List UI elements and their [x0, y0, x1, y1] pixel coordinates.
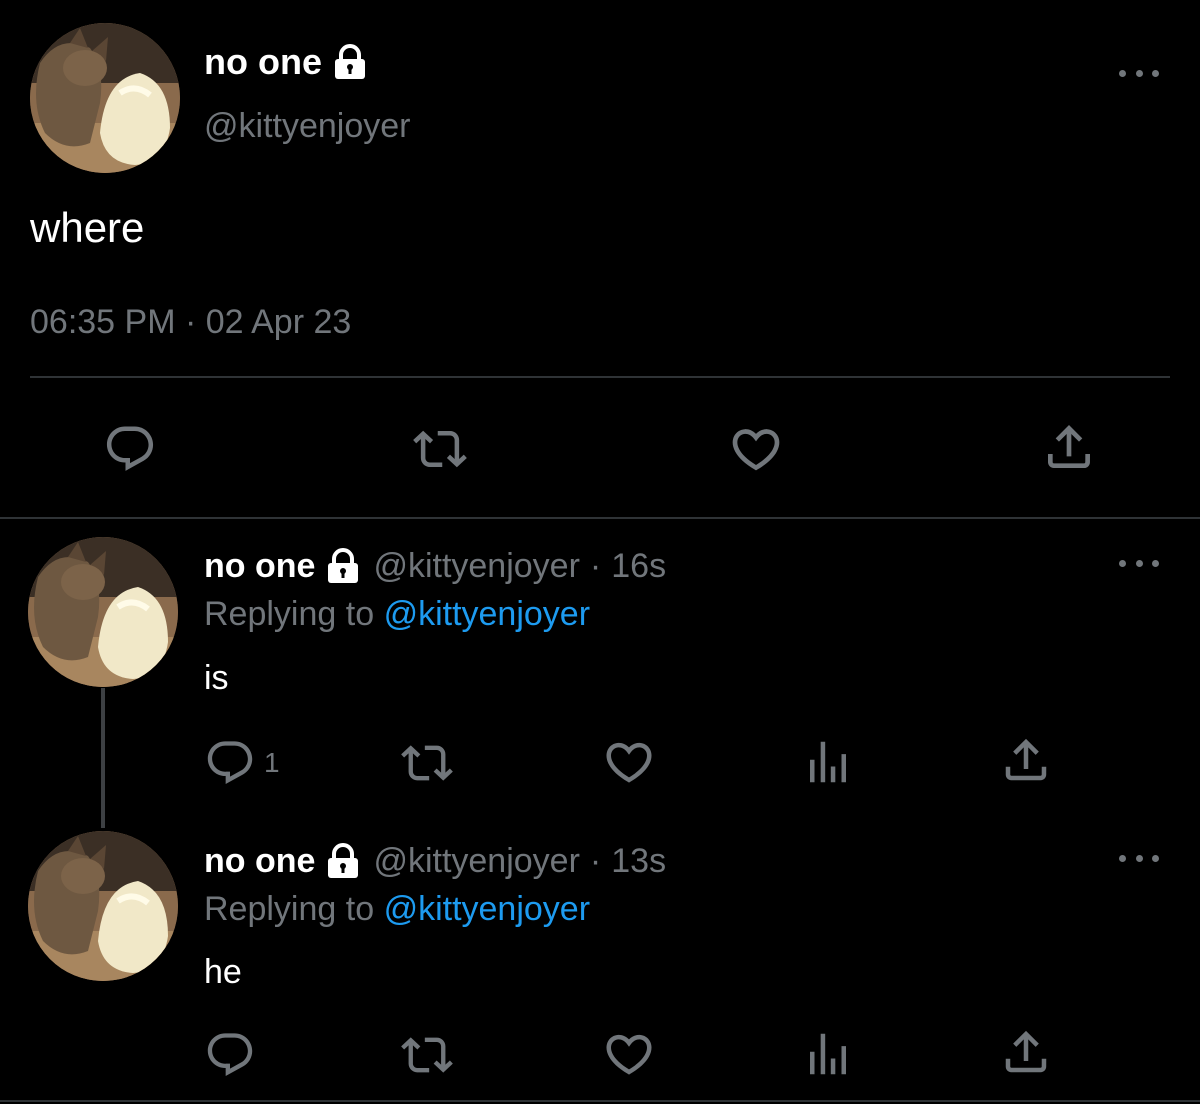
author-display-name[interactable]: no one: [204, 40, 368, 84]
replying-to-label: Replying to: [204, 890, 375, 928]
share-button[interactable]: [1041, 419, 1097, 475]
tweet-text: where: [30, 204, 145, 251]
separator: ·: [589, 547, 602, 585]
retweet-icon: [401, 737, 453, 789]
thread-connector: [101, 688, 105, 828]
avatar[interactable]: [30, 23, 180, 173]
replying-to: Replying to @kittyenjoyer: [204, 887, 590, 931]
mention-link[interactable]: @kittyenjoyer: [384, 890, 590, 928]
reply-button[interactable]: [204, 1029, 264, 1081]
retweet-button[interactable]: [401, 1029, 453, 1081]
author-handle[interactable]: @kittyenjoyer: [373, 544, 579, 588]
replying-to-label: Replying to: [204, 595, 375, 633]
share-icon: [1041, 419, 1097, 475]
cat-avatar-image: [30, 23, 180, 173]
reply-header: no one @kittyenjoyer · 13s: [204, 839, 666, 883]
like-button[interactable]: [602, 1027, 656, 1081]
tweet-age[interactable]: 16s: [611, 544, 666, 588]
like-button[interactable]: [728, 421, 784, 477]
views-icon: [801, 735, 855, 789]
like-icon: [728, 421, 784, 477]
author-handle[interactable]: @kittyenjoyer: [373, 839, 579, 883]
more-options-icon[interactable]: [1119, 66, 1159, 80]
like-icon: [602, 735, 656, 789]
retweet-button[interactable]: [413, 422, 467, 476]
lock-icon: [332, 44, 368, 80]
avatar[interactable]: [28, 831, 178, 981]
views-button[interactable]: [801, 735, 855, 789]
share-button[interactable]: [999, 733, 1053, 787]
more-options-icon[interactable]: [1119, 851, 1159, 865]
mention-link[interactable]: @kittyenjoyer: [384, 595, 590, 633]
tweet-text: he: [204, 953, 242, 991]
lock-icon: [325, 548, 361, 584]
retweet-button[interactable]: [401, 737, 453, 789]
more-options-icon[interactable]: [1119, 556, 1159, 570]
like-icon: [602, 1027, 656, 1081]
reply-icon: [204, 737, 256, 789]
views-icon: [801, 1027, 855, 1081]
reply-button[interactable]: 1: [204, 737, 280, 789]
display-name-text: no one: [204, 41, 322, 82]
divider: [30, 376, 1170, 378]
replying-to: Replying to @kittyenjoyer: [204, 592, 590, 636]
display-name-text[interactable]: no one: [204, 544, 315, 588]
avatar[interactable]: [28, 537, 178, 687]
divider: [0, 517, 1200, 519]
divider: [0, 1100, 1200, 1102]
separator: ·: [589, 842, 602, 880]
reply-icon: [103, 422, 157, 476]
reply-header: no one @kittyenjoyer · 16s: [204, 544, 666, 588]
display-name-text[interactable]: no one: [204, 839, 315, 883]
tweet-age[interactable]: 13s: [611, 839, 666, 883]
reply-button[interactable]: [103, 422, 157, 476]
share-icon: [999, 1025, 1053, 1079]
retweet-icon: [413, 422, 467, 476]
cat-avatar-image: [28, 537, 178, 687]
reply-count: 1: [264, 747, 280, 778]
tweet-timestamp[interactable]: 06:35 PM · 02 Apr 23: [30, 300, 351, 344]
like-button[interactable]: [602, 735, 656, 789]
author-handle[interactable]: @kittyenjoyer: [204, 104, 410, 148]
share-icon: [999, 733, 1053, 787]
reply-icon: [204, 1029, 256, 1081]
lock-icon: [325, 843, 361, 879]
cat-avatar-image: [28, 831, 178, 981]
share-button[interactable]: [999, 1025, 1053, 1079]
retweet-icon: [401, 1029, 453, 1081]
tweet-text: is: [204, 659, 229, 697]
views-button[interactable]: [801, 1027, 855, 1081]
